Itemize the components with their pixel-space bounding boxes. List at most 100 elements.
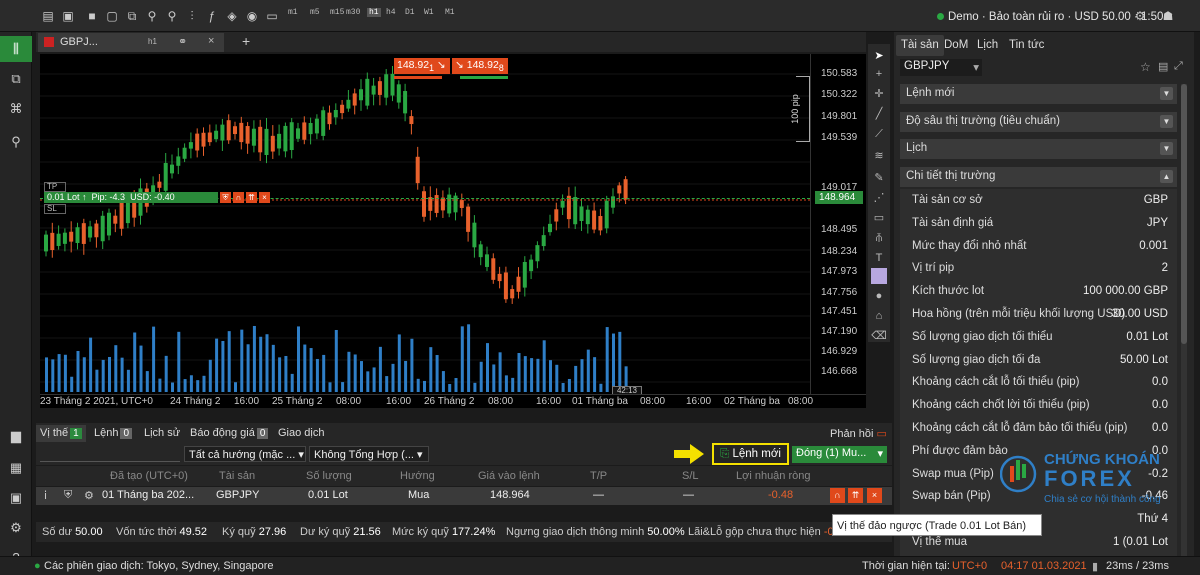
col-asset[interactable]: Tài sản: [219, 470, 255, 482]
close-position-button[interactable]: ×: [867, 488, 882, 503]
color-icon[interactable]: [871, 268, 887, 284]
reverse-position-button[interactable]: ∩: [830, 488, 845, 503]
analyze-icon[interactable]: ⚲: [6, 132, 26, 152]
pitchfork-icon[interactable]: ⫚: [871, 230, 887, 246]
close-all-button[interactable]: Đóng (1) Mu... ▾: [792, 446, 887, 463]
tab-positions[interactable]: Vị thế 1: [36, 425, 86, 442]
table-row[interactable]: ⅰ ⛨ ⚙ 01 Tháng ba 202... GBPJPY 0.01 Lot…: [36, 487, 892, 505]
rect-icon[interactable]: ▭: [871, 210, 887, 226]
shield-icon[interactable]: ⛨: [64, 489, 72, 502]
timeframe-w1[interactable]: W1: [424, 8, 434, 17]
tab-price-alerts[interactable]: Báo động giá 0: [186, 425, 272, 442]
layers-icon[interactable]: ◈: [224, 8, 240, 24]
col-entry[interactable]: Giá vào lệnh: [478, 470, 540, 482]
eye-icon[interactable]: ◉: [244, 8, 260, 24]
zoom-icon[interactable]: ⚲: [144, 8, 160, 24]
crosshair-alt-icon[interactable]: ✛: [871, 86, 887, 102]
sl-label[interactable]: SL: [44, 204, 66, 214]
col-qty[interactable]: Số lượng: [306, 470, 352, 482]
section-new-order[interactable]: Lệnh mới ▼: [900, 84, 1177, 104]
price-chart[interactable]: 148.921 ↘ ↘ 148.928 TP SL 0.01 Lot ↑ Pip…: [40, 54, 810, 396]
timeframe-m5[interactable]: m5: [310, 8, 320, 17]
section-calendar[interactable]: Lịch ▼: [900, 139, 1177, 159]
cursor-icon[interactable]: ➤: [871, 48, 887, 64]
trend-icon[interactable]: ⟋: [871, 126, 887, 142]
timeframe-h1[interactable]: h1: [367, 8, 381, 17]
link-icon[interactable]: ⚭: [178, 35, 187, 48]
expand-icon[interactable]: ⤢: [1174, 60, 1183, 73]
fib-icon[interactable]: ≋: [871, 148, 887, 164]
status-label: Ngưng giao dịch thông minh: [506, 526, 645, 538]
col-sl[interactable]: S/L: [682, 470, 699, 482]
section-market-depth[interactable]: Độ sâu thị trường (tiêu chuẩn) ▼: [900, 112, 1177, 132]
stack-icon[interactable]: ⧉: [124, 8, 140, 24]
chart-icon[interactable]: ⫼: [6, 39, 26, 59]
circle-icon[interactable]: ●: [871, 288, 887, 304]
chart-mini-icon[interactable]: ▤: [1158, 60, 1168, 73]
pencil-icon[interactable]: ✎: [871, 170, 887, 186]
camera-icon[interactable]: ▭: [264, 8, 280, 24]
user-icon[interactable]: ☗: [1160, 8, 1176, 24]
layout-icon[interactable]: ▤: [40, 8, 56, 24]
timeframe-mn1[interactable]: M1: [445, 8, 455, 17]
window-icon[interactable]: ▣: [60, 8, 76, 24]
zoom-out-icon[interactable]: ⚲: [164, 8, 180, 24]
star-icon[interactable]: ☆: [1140, 60, 1151, 74]
col-tp[interactable]: T/P: [590, 470, 607, 482]
formula-icon[interactable]: ƒ: [204, 8, 220, 24]
direction-select[interactable]: Tất cả hướng (mặc ... ▾: [184, 446, 306, 462]
tab-assets[interactable]: Tài sản: [896, 35, 944, 56]
tab-trades[interactable]: Giao dịch: [274, 425, 328, 442]
robot-icon[interactable]: ⌘: [6, 99, 26, 119]
info-icon[interactable]: ⅰ: [44, 489, 47, 502]
channel-icon[interactable]: ⋰: [871, 190, 887, 206]
close-tab-icon[interactable]: ×: [208, 35, 214, 47]
asset-select[interactable]: GBPJPY ▾: [900, 59, 982, 76]
tp-label[interactable]: TP: [44, 182, 66, 192]
double-up-icon[interactable]: ⇈: [246, 192, 257, 203]
search-input[interactable]: [40, 446, 180, 462]
timezone[interactable]: UTC+0: [952, 560, 987, 572]
aggregate-select[interactable]: Không Tổng Hợp (... ▾: [309, 446, 429, 462]
line-icon[interactable]: ╱: [871, 106, 887, 122]
buy-price-button[interactable]: ↘ 148.928: [452, 58, 508, 74]
tab-news[interactable]: Tin tức: [1004, 35, 1049, 56]
sell-price-button[interactable]: 148.921 ↘: [394, 58, 450, 74]
position-badge[interactable]: 0.01 Lot ↑ Pip: -4.3 USD: -0.40: [44, 192, 218, 203]
timeframe-d1[interactable]: D1: [405, 8, 415, 17]
reverse-icon[interactable]: ∩: [233, 192, 244, 203]
timeframe-m15[interactable]: m15: [330, 8, 344, 17]
copy-icon[interactable]: ⧉: [6, 69, 26, 89]
timeframe-h4[interactable]: h4: [386, 8, 396, 17]
tab-orders[interactable]: Lệnh 0: [90, 425, 136, 442]
delete-icon[interactable]: ⌫: [871, 328, 887, 344]
timeframe-m1[interactable]: m1: [288, 8, 298, 17]
col-pnl[interactable]: Lợi nhuận ròng: [736, 470, 811, 482]
double-up-button[interactable]: ⇈: [848, 488, 863, 503]
store-icon[interactable]: ▦: [6, 458, 26, 478]
square-icon[interactable]: ■: [84, 8, 100, 24]
tab-dom[interactable]: DoM: [939, 35, 973, 56]
col-created[interactable]: Đã tạo (UTC+0): [110, 470, 188, 482]
add-tab-icon[interactable]: +: [242, 33, 250, 49]
new-order-button[interactable]: ⎘ Lệnh mới: [712, 443, 789, 465]
gear-icon[interactable]: ⚙: [6, 518, 26, 538]
wallet-icon[interactable]: ▣: [6, 488, 26, 508]
tab-calendar[interactable]: Lịch: [972, 35, 1003, 56]
indicator-icon[interactable]: ⫶: [184, 8, 200, 24]
settings-icon[interactable]: ⚙: [1132, 8, 1148, 24]
shield-icon[interactable]: ⛨: [220, 192, 231, 203]
gear-icon[interactable]: ⚙: [84, 489, 94, 502]
frame-icon[interactable]: ▢: [104, 8, 120, 24]
feedback-link[interactable]: Phản hồi ▭: [826, 425, 891, 442]
magnet-icon[interactable]: ⌂: [871, 308, 887, 324]
text-icon[interactable]: T: [871, 250, 887, 266]
col-direction[interactable]: Hướng: [400, 470, 435, 482]
briefcase-icon[interactable]: ▆: [6, 426, 26, 446]
timeframe-m30[interactable]: m30: [346, 8, 360, 17]
section-market-details[interactable]: Chi tiết thị trường ▲: [900, 167, 1177, 187]
crosshair-icon[interactable]: +: [871, 66, 887, 82]
tab-history[interactable]: Lịch sử: [140, 425, 184, 442]
close-position-icon[interactable]: ×: [259, 192, 270, 203]
chart-tab[interactable]: GBPJ... h1 ⚭ ×: [38, 33, 224, 52]
